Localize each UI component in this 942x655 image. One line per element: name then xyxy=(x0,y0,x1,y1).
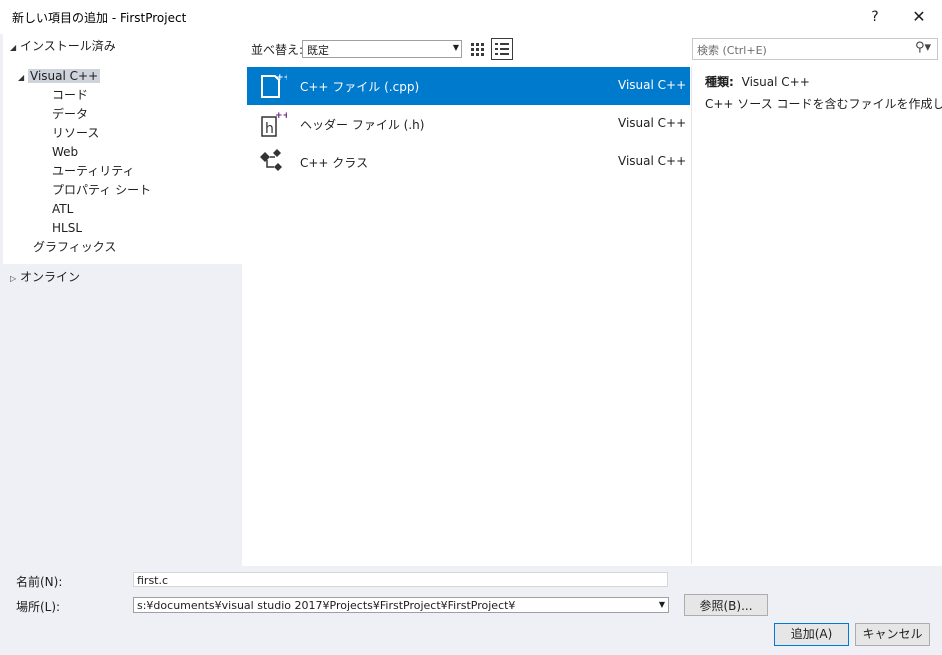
help-button[interactable]: ? xyxy=(862,4,888,30)
add-button[interactable]: 追加(A) xyxy=(774,623,849,646)
tree-item-atl[interactable]: ATL xyxy=(52,200,73,218)
location-dropdown[interactable]: s:¥documents¥visual studio 2017¥Projects… xyxy=(133,597,669,613)
svg-text:h: h xyxy=(265,121,274,137)
tree-item-label: インストール済み xyxy=(20,39,116,53)
location-value: s:¥documents¥visual studio 2017¥Projects… xyxy=(137,599,516,612)
details-kind-value: Visual C++ xyxy=(741,75,810,89)
cpp-class-icon xyxy=(260,149,282,171)
sort-dropdown[interactable]: 既定 ▼ xyxy=(302,40,462,58)
tree-item-label: Visual C++ xyxy=(28,69,101,83)
list-view-icon xyxy=(495,43,509,55)
sort-label: 並べ替え: xyxy=(251,43,304,57)
sort-value: 既定 xyxy=(307,44,329,57)
list-view-button[interactable] xyxy=(491,38,513,60)
tree-item-online[interactable]: ▷ オンライン xyxy=(10,268,80,286)
location-label: 場所(L): xyxy=(16,600,61,614)
search-input[interactable]: 検索 (Ctrl+E) ⚲▾ xyxy=(692,38,938,60)
template-name: C++ ファイル (.cpp) xyxy=(300,80,420,94)
cpp-file-icon: ++ xyxy=(261,73,287,98)
dropdown-arrow-icon: ▼ xyxy=(658,600,665,609)
template-type: Visual C++ xyxy=(618,116,687,130)
name-input[interactable]: first.c xyxy=(133,572,668,587)
tree-item-label: オンライン xyxy=(20,270,81,284)
tree-item-utility[interactable]: ユーティリティ xyxy=(52,162,135,180)
online-section: ▷ オンライン xyxy=(3,264,242,566)
template-name: C++ クラス xyxy=(300,156,369,170)
header-file-icon: h ++ xyxy=(261,111,287,137)
svg-text:++: ++ xyxy=(275,111,287,121)
search-icon[interactable]: ⚲▾ xyxy=(915,40,931,55)
details-description: C++ ソース コードを含むファイルを作成します xyxy=(705,97,942,111)
template-list: ++ C++ ファイル (.cpp) Visual C++ h ++ ヘッダー … xyxy=(247,67,690,564)
grid-view-icon xyxy=(471,43,484,56)
template-name: ヘッダー ファイル (.h) xyxy=(300,118,425,132)
collapse-triangle-icon[interactable]: ◢ xyxy=(18,69,28,87)
tree-item-data[interactable]: データ xyxy=(52,105,88,123)
tree-item-hlsl[interactable]: HLSL xyxy=(52,219,82,237)
collapse-triangle-icon[interactable]: ◢ xyxy=(10,39,20,57)
svg-text:++: ++ xyxy=(276,73,287,83)
browse-button[interactable]: 参照(B)... xyxy=(684,594,768,616)
window-title: 新しい項目の追加 - FirstProject xyxy=(12,11,187,25)
expand-triangle-icon[interactable]: ▷ xyxy=(10,270,20,288)
close-button[interactable]: ✕ xyxy=(904,4,934,30)
tree-item-graphics[interactable]: グラフィックス xyxy=(33,238,116,256)
details-pane: 種類: Visual C++ C++ ソース コードを含むファイルを作成します xyxy=(692,67,942,564)
cancel-button[interactable]: キャンセル xyxy=(855,623,930,646)
details-kind-label: 種類: xyxy=(705,75,734,89)
name-label: 名前(N): xyxy=(16,575,63,589)
template-item-cpp-file[interactable]: ++ C++ ファイル (.cpp) Visual C++ xyxy=(247,67,690,105)
tree-item-visual-cpp[interactable]: ◢ Visual C++ xyxy=(18,67,101,87)
tree-item-code[interactable]: コード xyxy=(52,86,88,104)
template-item-header-file[interactable]: h ++ ヘッダー ファイル (.h) Visual C++ xyxy=(247,105,690,143)
template-type: Visual C++ xyxy=(618,154,687,168)
details-kind: 種類: Visual C++ xyxy=(705,73,810,90)
grid-view-button[interactable] xyxy=(467,39,487,59)
tree-item-installed[interactable]: ◢ インストール済み xyxy=(10,37,116,55)
tree-item-web[interactable]: Web xyxy=(52,143,78,161)
template-item-cpp-class[interactable]: C++ クラス Visual C++ xyxy=(247,143,690,181)
tree-item-property-sheet[interactable]: プロパティ シート xyxy=(52,181,151,199)
search-placeholder: 検索 (Ctrl+E) xyxy=(697,44,767,57)
dropdown-arrow-icon: ▼ xyxy=(452,43,459,52)
tree-item-resource[interactable]: リソース xyxy=(52,124,99,142)
template-type: Visual C++ xyxy=(618,78,687,92)
